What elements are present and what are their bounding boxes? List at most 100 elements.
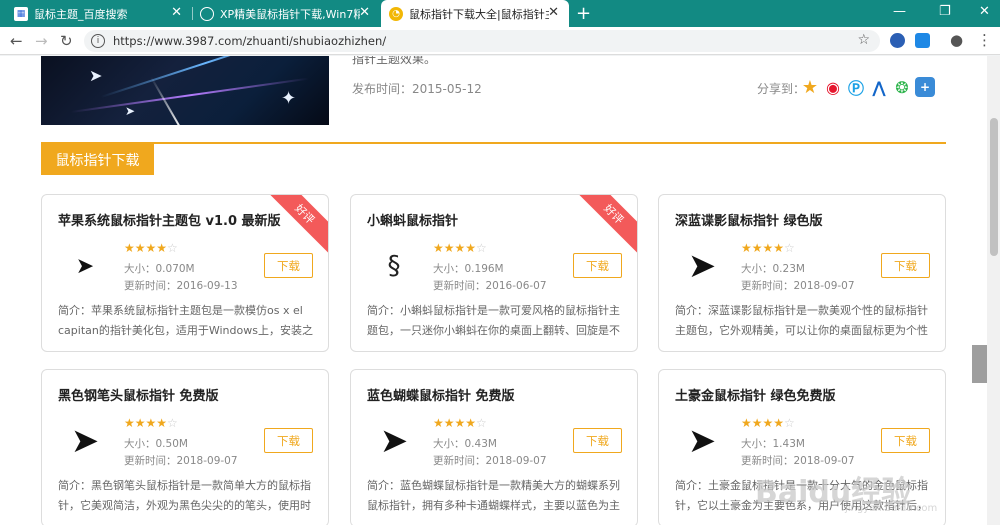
card-thumbnail[interactable]: ➤ [58, 240, 112, 292]
baidu-favicon-icon: ▦ [14, 6, 28, 21]
rating-stars: ★★★★☆ [741, 241, 795, 255]
rating-stars: ★★★★☆ [433, 416, 487, 430]
download-button[interactable]: 下载 [264, 253, 313, 278]
info-icon[interactable]: i [91, 34, 105, 48]
file-size: 大小：0.50M [124, 438, 188, 450]
rating-stars: ★★★★☆ [124, 416, 178, 430]
card-intro: 简介：小蝌蚪鼠标指针是一款可爱风格的鼠标指针主题包，一只迷你小蝌蚪在你的桌面上翻… [367, 304, 620, 337]
close-icon[interactable]: ✕ [359, 6, 370, 20]
cursor-card[interactable]: 小蝌蚪鼠标指针 § ★★★★☆ 大小：0.196M 更新时间：2016-06-0… [350, 194, 638, 352]
address-bar[interactable]: i https://www.3987.com/zhuanti/shubiaozh… [84, 30, 880, 52]
card-intro: 简介：苹果系统鼠标指针主题包是一款模仿os x el capitan的指针美化包… [58, 304, 313, 337]
more-share-icon[interactable]: + [915, 77, 935, 97]
download-button[interactable]: 下载 [881, 253, 930, 278]
forward-icon[interactable]: → [35, 32, 48, 50]
share-label: 分享到： [757, 82, 806, 96]
page-content: ➤ ✦ ➤ 指针主题效果。 发布时间：2015-05-12 分享到： ★ ◉ Ⓟ… [0, 56, 987, 525]
cursor-icon: ➤ [125, 104, 136, 118]
card-intro: 简介：黑色钢笔头鼠标指针是一款简单大方的鼠标指针，它美观简洁，外观为黑色尖尖的的… [58, 479, 311, 512]
qq-icon[interactable]: Ⓟ [846, 77, 866, 98]
bookmark-star-icon[interactable]: ☆ [857, 32, 870, 48]
card-title[interactable]: 土豪金鼠标指针 绿色免费版 [675, 385, 836, 404]
tab-label: 鼠标指针下载大全|鼠标指针主题 [409, 7, 549, 21]
arrow-cursor-icon: ➤ [70, 421, 100, 461]
site-favicon-icon: ◔ [389, 6, 403, 21]
extension-icon[interactable] [890, 33, 905, 48]
extension-icon[interactable] [915, 33, 930, 48]
file-size: 大小：0.23M [741, 263, 805, 275]
card-title[interactable]: 黑色钢笔头鼠标指针 免费版 [58, 385, 219, 404]
scrollbar[interactable] [987, 56, 1000, 525]
close-icon[interactable]: ✕ [171, 6, 182, 20]
tab-xp-cursors[interactable]: XP精美鼠标指针下载,Win7精美鼠 ✕ [192, 0, 380, 27]
wechat-icon[interactable]: ❂ [892, 77, 912, 97]
cursor-card[interactable]: 深蓝谍影鼠标指针 绿色版 ➤ ★★★★☆ 大小：0.23M 更新时间：2018-… [658, 194, 946, 352]
menu-icon[interactable]: ⋮ [977, 31, 992, 49]
arrow-cursor-icon: ➤ [687, 246, 717, 286]
globe-favicon-icon [200, 6, 214, 21]
qzone-star-icon[interactable]: ★ [800, 77, 820, 98]
cursor-icon: ➤ [89, 66, 103, 85]
tab-label: XP精美鼠标指针下载,Win7精美鼠 [220, 7, 360, 21]
publish-date: 发布时间：2015-05-12 [352, 80, 482, 97]
card-thumbnail[interactable]: ➤ [367, 415, 421, 467]
publish-label: 发布时间： [352, 82, 413, 96]
weibo-icon[interactable]: ◉ [823, 77, 843, 97]
watermark-url: jingyan.baidu.com [845, 503, 938, 514]
update-date: 更新时间：2018-09-07 [741, 280, 855, 292]
card-title[interactable]: 小蝌蚪鼠标指针 [367, 210, 458, 229]
download-button[interactable]: 下载 [573, 428, 622, 453]
rating-stars: ★★★★☆ [124, 241, 178, 255]
arrow-cursor-icon: ➤ [379, 421, 409, 461]
card-intro: 简介：深蓝谍影鼠标指针是一款美观个性的鼠标指针主题包，它外观精美，可以让你的桌面… [675, 304, 928, 337]
recommend-badge: 好评 [574, 195, 637, 254]
file-size: 大小：1.43M [741, 438, 805, 450]
file-size: 大小：0.43M [433, 438, 497, 450]
scrollbar-thumb[interactable] [990, 118, 998, 256]
card-title[interactable]: 蓝色蝴蝶鼠标指针 免费版 [367, 385, 515, 404]
update-date: 更新时间：2018-09-07 [124, 455, 238, 467]
tadpole-cursor-icon: § [387, 251, 401, 281]
new-tab-button[interactable]: + [576, 3, 591, 24]
card-intro: 简介：蓝色蝴蝶鼠标指针是一款精美大方的蝴蝶系列鼠标指针，拥有多种卡通蝴蝶样式，主… [367, 479, 620, 512]
restore-icon[interactable]: ❐ [939, 4, 951, 19]
close-icon[interactable]: ✕ [548, 6, 559, 20]
account-icon[interactable]: ● [950, 31, 963, 49]
cursor-card[interactable]: 蓝色蝴蝶鼠标指针 免费版 ➤ ★★★★☆ 大小：0.43M 更新时间：2018-… [350, 369, 638, 525]
share-icons: ★ ◉ Ⓟ ⋀ ❂ + [800, 77, 935, 98]
card-thumbnail[interactable]: ➤ [58, 415, 112, 467]
card-thumbnail[interactable]: ➤ [675, 415, 729, 467]
renren-icon[interactable]: ⋀ [869, 77, 889, 97]
rating-stars: ★★★★☆ [433, 241, 487, 255]
update-date: 更新时间：2018-09-07 [433, 455, 547, 467]
section-title: 鼠标指针下载 [41, 144, 154, 175]
back-icon[interactable]: ← [10, 32, 23, 50]
tab-cursor-download[interactable]: ◔ 鼠标指针下载大全|鼠标指针主题 ✕ [381, 0, 569, 27]
arrow-cursor-icon: ➤ [687, 421, 717, 461]
section-rule [41, 142, 946, 144]
file-size: 大小：0.070M [124, 263, 195, 275]
minimize-icon[interactable]: — [893, 4, 906, 19]
description-tail: 指针主题效果。 [352, 56, 437, 66]
reload-icon[interactable]: ↻ [60, 32, 73, 50]
rating-stars: ★★★★☆ [741, 416, 795, 430]
cursor-card[interactable]: 黑色钢笔头鼠标指针 免费版 ➤ ★★★★☆ 大小：0.50M 更新时间：2018… [41, 369, 329, 525]
url-text: https://www.3987.com/zhuanti/shubiaozhiz… [113, 34, 387, 48]
card-title[interactable]: 苹果系统鼠标指针主题包 v1.0 最新版 [58, 210, 281, 229]
card-title[interactable]: 深蓝谍影鼠标指针 绿色版 [675, 210, 823, 229]
sparkle-icon: ✦ [281, 88, 297, 109]
back-to-top-button[interactable] [972, 345, 987, 383]
tab-bar: ▦ 鼠标主题_百度搜索 ✕ XP精美鼠标指针下载,Win7精美鼠 ✕ ◔ 鼠标指… [0, 0, 1000, 27]
download-button[interactable]: 下载 [881, 428, 930, 453]
download-button[interactable]: 下载 [573, 253, 622, 278]
publish-value: 2015-05-12 [412, 82, 482, 96]
update-date: 更新时间：2018-09-07 [741, 455, 855, 467]
tab-baidu-search[interactable]: ▦ 鼠标主题_百度搜索 ✕ [6, 0, 192, 27]
cursor-card[interactable]: 苹果系统鼠标指针主题包 v1.0 最新版 ➤ ★★★★☆ 大小：0.070M 更… [41, 194, 329, 352]
close-window-icon[interactable]: ✕ [979, 4, 990, 19]
download-button[interactable]: 下载 [264, 428, 313, 453]
card-thumbnail[interactable]: ➤ [675, 240, 729, 292]
file-size: 大小：0.196M [433, 263, 504, 275]
card-thumbnail[interactable]: § [367, 240, 421, 292]
update-date: 更新时间：2016-09-13 [124, 280, 238, 292]
